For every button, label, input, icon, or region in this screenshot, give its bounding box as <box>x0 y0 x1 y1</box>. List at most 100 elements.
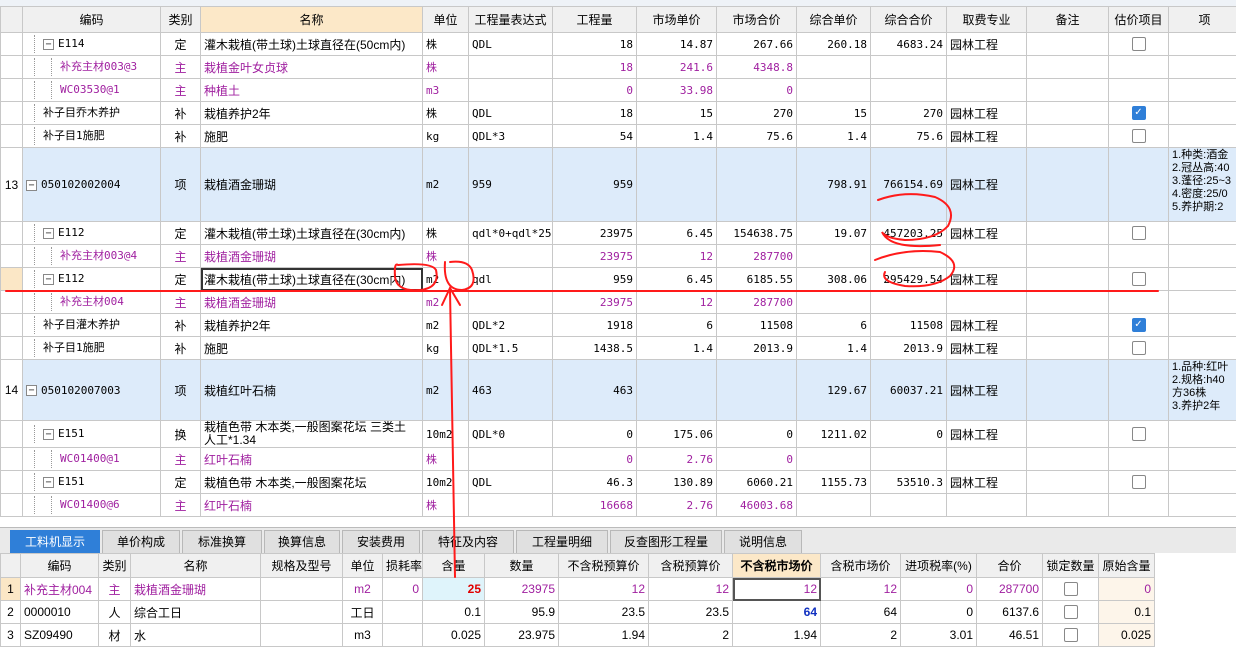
qty-cell[interactable]: 46.3 <box>553 471 637 494</box>
category-cell[interactable]: 补 <box>161 337 201 360</box>
unit-cell[interactable]: 株 <box>423 56 469 79</box>
ctotal-cell[interactable]: 270 <box>871 102 947 125</box>
mprice-cell[interactable]: 12 <box>637 291 717 314</box>
estimate-cell[interactable] <box>1109 79 1169 102</box>
feature-note-cell[interactable] <box>1169 268 1236 291</box>
resource-orig-cell[interactable]: 0.025 <box>1099 624 1155 647</box>
collapse-icon[interactable]: − <box>43 429 54 440</box>
resource-code-cell[interactable]: SZ09490 <box>21 624 99 647</box>
code-cell[interactable]: WC03530@1 <box>23 79 161 102</box>
mprice-cell[interactable]: 33.98 <box>637 79 717 102</box>
expression-cell[interactable]: QDL <box>469 471 553 494</box>
fee-major-cell[interactable]: 园林工程 <box>947 102 1027 125</box>
estimate-cell[interactable] <box>1109 33 1169 56</box>
expression-cell[interactable] <box>469 56 553 79</box>
resource-total-cell[interactable]: 46.51 <box>977 624 1043 647</box>
estimate-checkbox[interactable] <box>1132 272 1146 286</box>
mtotal-cell[interactable]: 267.66 <box>717 33 797 56</box>
header-fee-major[interactable]: 取费专业 <box>947 7 1027 33</box>
fee-major-cell[interactable]: 园林工程 <box>947 268 1027 291</box>
estimate-cell[interactable] <box>1109 268 1169 291</box>
qty-cell[interactable]: 54 <box>553 125 637 148</box>
estimate-checkbox[interactable] <box>1132 37 1146 51</box>
resource-header-market-inc-tax[interactable]: 含税市场价 <box>821 554 901 578</box>
header-category[interactable]: 类别 <box>161 7 201 33</box>
resource-content-cell[interactable]: 25 <box>423 578 485 601</box>
cprice-cell[interactable]: 6 <box>797 314 871 337</box>
name-cell[interactable]: 栽植色带 木本类,一般图案花坛 三类土 人工*1.34 <box>201 421 423 448</box>
feature-note-cell[interactable] <box>1169 471 1236 494</box>
table-row[interactable]: 补子目1施肥补施肥kgQDL*1.51438.51.42013.91.42013… <box>1 337 1236 360</box>
resource-code-cell[interactable]: 补充主材004 <box>21 578 99 601</box>
resource-loss-cell[interactable] <box>383 601 423 624</box>
resource-header-name[interactable]: 名称 <box>131 554 261 578</box>
resource-header-code[interactable]: 编码 <box>21 554 99 578</box>
resource-name-cell[interactable]: 栽植酒金珊瑚 <box>131 578 261 601</box>
remark-cell[interactable] <box>1027 337 1109 360</box>
mtotal-cell[interactable] <box>717 148 797 222</box>
fee-major-cell[interactable] <box>947 79 1027 102</box>
row-number[interactable] <box>1 314 23 337</box>
row-number[interactable] <box>1 337 23 360</box>
unit-cell[interactable]: m2 <box>423 291 469 314</box>
resource-p4-cell[interactable]: 2 <box>821 624 901 647</box>
name-cell[interactable]: 施肥 <box>201 337 423 360</box>
tab-conversion-info[interactable]: 换算信息 <box>264 530 340 553</box>
resource-tax-cell[interactable]: 0 <box>901 601 977 624</box>
mtotal-cell[interactable]: 4348.8 <box>717 56 797 79</box>
resource-qty-cell[interactable]: 95.9 <box>485 601 559 624</box>
feature-note-cell[interactable] <box>1169 125 1236 148</box>
name-cell[interactable]: 灌木栽植(带土球)土球直径在(30cm内) <box>201 268 423 291</box>
header-remark[interactable]: 备注 <box>1027 7 1109 33</box>
resource-header-loss[interactable]: 损耗率 <box>383 554 423 578</box>
resource-p2-cell[interactable]: 2 <box>649 624 733 647</box>
code-cell[interactable]: 补子目1施肥 <box>23 125 161 148</box>
fee-major-cell[interactable]: 园林工程 <box>947 421 1027 448</box>
table-row[interactable]: WC01400@1主红叶石楠株02.760 <box>1 448 1236 471</box>
header-unit[interactable]: 单位 <box>423 7 469 33</box>
mtotal-cell[interactable]: 6060.21 <box>717 471 797 494</box>
remark-cell[interactable] <box>1027 56 1109 79</box>
estimate-checkbox[interactable] <box>1132 427 1146 441</box>
header-market-price[interactable]: 市场单价 <box>637 7 717 33</box>
table-row[interactable]: −E112定灌木栽植(带土球)土球直径在(30cm内)株qdl*0+qdl*25… <box>1 222 1236 245</box>
mtotal-cell[interactable]: 6185.55 <box>717 268 797 291</box>
resource-content-cell[interactable]: 0.1 <box>423 601 485 624</box>
row-number[interactable] <box>1 268 23 291</box>
unit-cell[interactable]: 株 <box>423 494 469 517</box>
expression-cell[interactable]: qdl*0+qdl*25 <box>469 222 553 245</box>
collapse-icon[interactable]: − <box>26 385 37 396</box>
category-cell[interactable]: 项 <box>161 148 201 222</box>
estimate-checkbox[interactable]: ✓ <box>1132 318 1146 332</box>
cprice-cell[interactable]: 129.67 <box>797 360 871 421</box>
feature-note-cell[interactable] <box>1169 314 1236 337</box>
row-number[interactable] <box>1 102 23 125</box>
cprice-cell[interactable] <box>797 79 871 102</box>
estimate-cell[interactable] <box>1109 337 1169 360</box>
resource-qty-cell[interactable]: 23975 <box>485 578 559 601</box>
expression-cell[interactable] <box>469 291 553 314</box>
expression-cell[interactable]: QDL*2 <box>469 314 553 337</box>
resource-header-total[interactable]: 合价 <box>977 554 1043 578</box>
estimate-cell[interactable] <box>1109 222 1169 245</box>
category-cell[interactable]: 换 <box>161 421 201 448</box>
resource-unit-cell[interactable]: m3 <box>343 624 383 647</box>
qty-cell[interactable]: 1438.5 <box>553 337 637 360</box>
fee-major-cell[interactable]: 园林工程 <box>947 337 1027 360</box>
feature-note-cell[interactable] <box>1169 56 1236 79</box>
unit-cell[interactable]: 株 <box>423 222 469 245</box>
resource-header-budget-ex-tax[interactable]: 不含税预算价 <box>559 554 649 578</box>
resource-header-market-ex-tax[interactable]: 不含税市场价 <box>733 554 821 578</box>
ctotal-cell[interactable]: 295429.54 <box>871 268 947 291</box>
table-row[interactable]: WC03530@1主种植土m3033.980 <box>1 79 1236 102</box>
remark-cell[interactable] <box>1027 222 1109 245</box>
remark-cell[interactable] <box>1027 125 1109 148</box>
row-number[interactable] <box>1 471 23 494</box>
category-cell[interactable]: 主 <box>161 56 201 79</box>
name-cell[interactable]: 栽植酒金珊瑚 <box>201 291 423 314</box>
tab-graphic-lookup[interactable]: 反查图形工程量 <box>610 530 722 553</box>
ctotal-cell[interactable]: 75.6 <box>871 125 947 148</box>
category-cell[interactable]: 主 <box>161 494 201 517</box>
table-row[interactable]: 补子目乔木养护补栽植养护2年株QDL181527015270园林工程✓ <box>1 102 1236 125</box>
resource-p4-cell[interactable]: 64 <box>821 601 901 624</box>
